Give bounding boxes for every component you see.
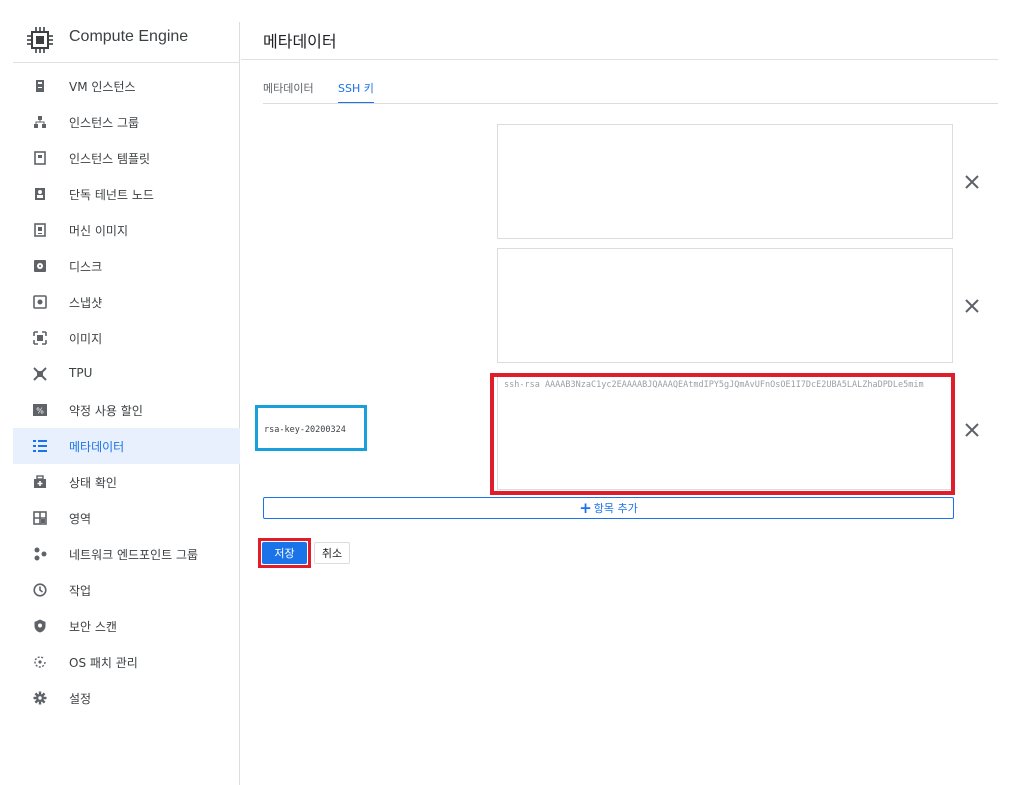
- sidebar-item-label: 보안 스캔: [69, 620, 117, 634]
- ssh-key-value: ssh-rsa AAAAB3NzaC1yc2EAAAABJQAAAQEAtmdI…: [504, 380, 924, 390]
- sidebar-item-operations[interactable]: 작업: [13, 572, 240, 608]
- product-title: Compute Engine: [69, 28, 189, 45]
- save-highlight: 저장: [258, 538, 311, 568]
- image-icon: [33, 331, 47, 345]
- sidebar-item-instance-templates[interactable]: 인스턴스 템플릿: [13, 140, 240, 176]
- tpu-icon: [33, 367, 47, 381]
- zone-icon: [33, 511, 47, 525]
- sidebar-item-vm-instances[interactable]: VM 인스턴스: [13, 68, 240, 104]
- sidebar-item-images[interactable]: 이미지: [13, 320, 240, 356]
- sidebar-item-label: 상태 확인: [69, 476, 117, 490]
- health-check-icon: [34, 475, 46, 488]
- plus-icon: +: [579, 498, 592, 517]
- sidebar-item-tpu[interactable]: TPU: [13, 356, 240, 392]
- network-endpoint-group-icon: [34, 547, 47, 561]
- svg-text:%: %: [36, 407, 44, 416]
- snapshot-icon: [33, 295, 47, 309]
- sidebar-item-label: OS 패치 관리: [69, 656, 138, 670]
- ssh-key-input[interactable]: [497, 248, 953, 363]
- settings-icon: [33, 691, 47, 705]
- sidebar-item-label: 스냅샷: [69, 296, 103, 310]
- sidebar-item-label: 인스턴스 템플릿: [69, 152, 151, 166]
- tab-metadata[interactable]: 메타데이터: [263, 80, 314, 102]
- sidebar-nav: VM 인스턴스 인스턴스 그룹 인스턴스 템플릿 단독 테넌트 노드 머신 이미…: [13, 68, 240, 716]
- sidebar-item-label: 작업: [69, 584, 92, 598]
- sidebar-item-os-patch-management[interactable]: OS 패치 관리: [13, 644, 240, 680]
- ssh-key-value: [498, 249, 952, 257]
- instance-group-icon: [34, 116, 46, 128]
- add-item-label: 항목 추가: [593, 502, 638, 515]
- sidebar-item-security-scans[interactable]: 보안 스캔: [13, 608, 240, 644]
- delete-key-icon[interactable]: [962, 296, 982, 316]
- sidebar: Compute Engine VM 인스턴스 인스턴스 그룹 인스턴스 템플릿 …: [13, 22, 240, 785]
- disk-icon: [34, 260, 46, 272]
- page-title: 메타데이터: [263, 32, 337, 51]
- sidebar-item-label: 네트워크 엔드포인트 그룹: [69, 548, 199, 562]
- sidebar-item-metadata[interactable]: 메타데이터: [13, 428, 240, 464]
- add-item-button[interactable]: + 항목 추가: [263, 497, 954, 519]
- sidebar-item-sole-tenant-nodes[interactable]: 단독 테넌트 노드: [13, 176, 240, 212]
- metadata-icon: [33, 440, 47, 452]
- operations-icon: [33, 583, 47, 597]
- sidebar-item-zones[interactable]: 영역: [13, 500, 240, 536]
- sidebar-item-label: 머신 이미지: [69, 224, 129, 238]
- sidebar-item-snapshots[interactable]: 스냅샷: [13, 284, 240, 320]
- sidebar-item-label: 인스턴스 그룹: [69, 116, 140, 130]
- sidebar-item-machine-images[interactable]: 머신 이미지: [13, 212, 240, 248]
- sidebar-item-committed-use-discounts[interactable]: % 약정 사용 할인: [13, 392, 240, 428]
- sidebar-item-label: 약정 사용 할인: [69, 404, 143, 418]
- sidebar-item-label: 이미지: [69, 332, 103, 346]
- sole-tenant-node-icon: [35, 188, 45, 200]
- sidebar-item-label: 디스크: [69, 260, 103, 274]
- header-divider: [241, 59, 998, 60]
- vm-instance-icon: [36, 80, 44, 92]
- ssh-key-value: [498, 125, 952, 133]
- ssh-key-username: rsa-key-20200324: [264, 425, 346, 435]
- sidebar-item-settings[interactable]: 설정: [13, 680, 240, 716]
- save-button[interactable]: 저장: [262, 542, 307, 564]
- sidebar-item-label: 설정: [69, 692, 92, 706]
- tabs-divider: [263, 103, 998, 104]
- delete-key-icon[interactable]: [962, 172, 982, 192]
- sidebar-item-disks[interactable]: 디스크: [13, 248, 240, 284]
- machine-image-icon: [34, 223, 46, 237]
- security-scan-icon: [34, 619, 46, 633]
- sidebar-item-instance-groups[interactable]: 인스턴스 그룹: [13, 104, 240, 140]
- ssh-key-input[interactable]: [497, 124, 953, 239]
- commitment-discount-icon: %: [33, 404, 47, 416]
- sidebar-item-health-checks[interactable]: 상태 확인: [13, 464, 240, 500]
- os-patch-icon: [34, 656, 46, 668]
- delete-key-icon[interactable]: [962, 420, 982, 440]
- sidebar-item-label: 메타데이터: [69, 440, 125, 454]
- ssh-key-input[interactable]: ssh-rsa AAAAB3NzaC1yc2EAAAABJQAAAQEAtmdI…: [497, 375, 953, 490]
- tab-ssh-keys[interactable]: SSH 키: [338, 80, 374, 104]
- compute-engine-icon: [27, 27, 53, 53]
- instance-template-icon: [34, 151, 46, 165]
- cancel-button[interactable]: 취소: [314, 542, 350, 564]
- sidebar-item-network-endpoint-groups[interactable]: 네트워크 엔드포인트 그룹: [13, 536, 240, 572]
- sidebar-item-label: TPU: [69, 366, 93, 380]
- username-highlight: rsa-key-20200324: [255, 405, 367, 451]
- sidebar-item-label: 단독 테넌트 노드: [69, 188, 154, 202]
- sidebar-item-label: VM 인스턴스: [69, 80, 136, 94]
- sidebar-item-label: 영역: [69, 512, 92, 526]
- product-header[interactable]: Compute Engine: [13, 22, 240, 63]
